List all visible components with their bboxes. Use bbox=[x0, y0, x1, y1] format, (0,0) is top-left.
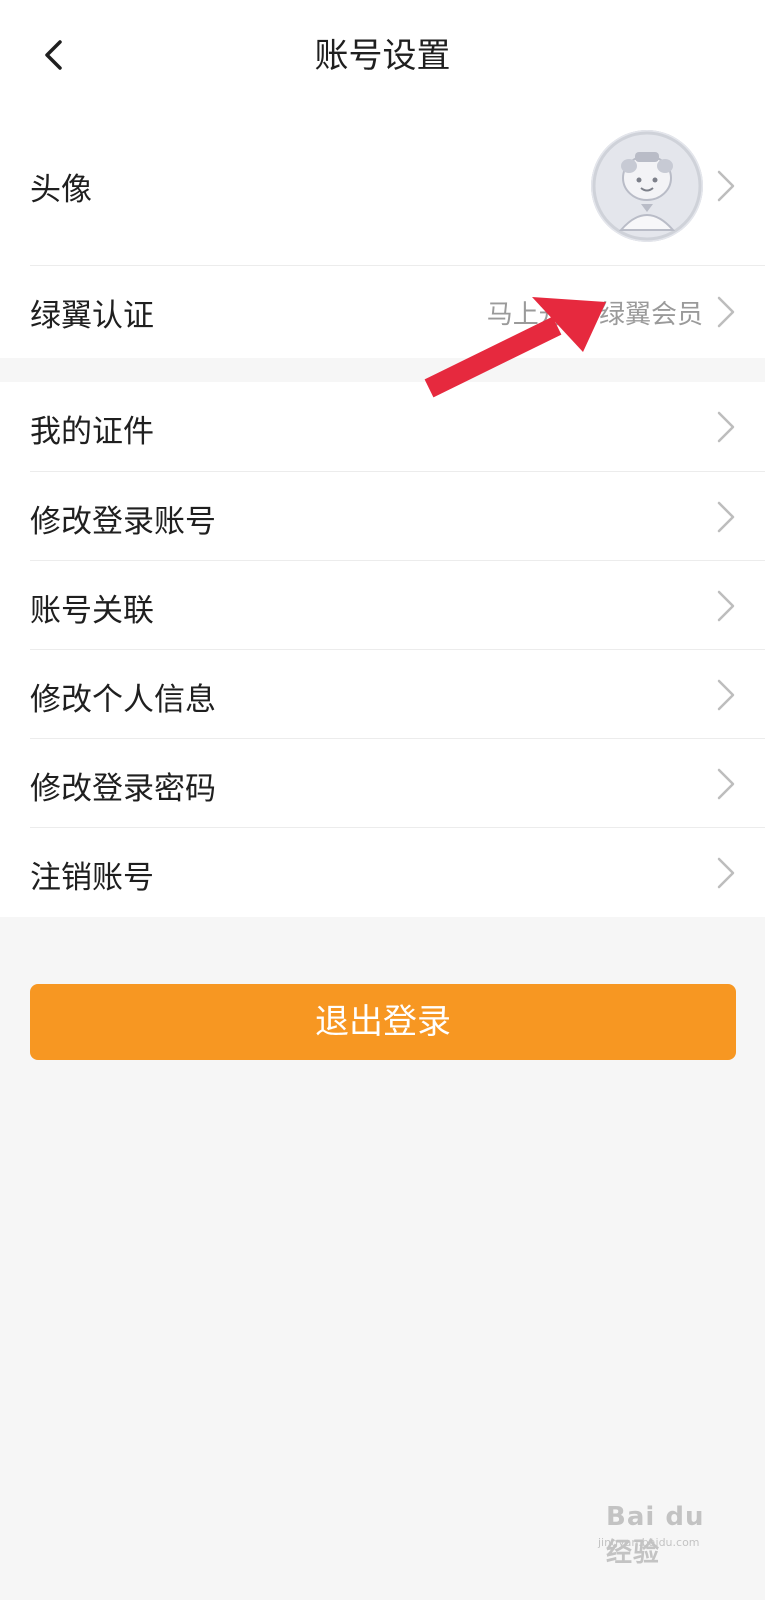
avatar-image bbox=[591, 130, 703, 242]
row-edit-personal-info[interactable]: 修改个人信息 bbox=[0, 650, 765, 739]
watermark-subtext: jingyan.baidu.com bbox=[598, 1536, 700, 1549]
row-change-login-password[interactable]: 修改登录密码 bbox=[0, 739, 765, 828]
logout-button[interactable]: 退出登录 bbox=[30, 984, 736, 1060]
row-label: 头像 bbox=[30, 172, 92, 208]
row-change-login-account[interactable]: 修改登录账号 bbox=[0, 472, 765, 561]
watermark: Bai du 经验 jingyan.baidu.com bbox=[586, 1500, 736, 1568]
row-label: 绿翼认证 bbox=[30, 298, 154, 334]
upgrade-hint: 马上升级 绿翼会员 bbox=[486, 300, 703, 330]
chevron-right-icon bbox=[717, 296, 735, 328]
row-label: 修改个人信息 bbox=[30, 682, 216, 718]
row-label: 注销账号 bbox=[30, 860, 154, 896]
row-delete-account[interactable]: 注销账号 bbox=[0, 828, 765, 917]
chevron-right-icon bbox=[717, 768, 735, 800]
top-bar: 账号设置 bbox=[0, 0, 765, 112]
row-label: 修改登录密码 bbox=[30, 771, 216, 807]
avatar[interactable] bbox=[591, 130, 703, 242]
chevron-right-icon bbox=[717, 170, 735, 202]
chevron-right-icon bbox=[717, 590, 735, 622]
chevron-right-icon bbox=[717, 411, 735, 443]
page-title: 账号设置 bbox=[314, 36, 451, 76]
row-label: 修改登录账号 bbox=[30, 504, 216, 540]
row-label: 账号关联 bbox=[30, 593, 154, 629]
profile-group: 头像 绿翼认证 马上升级 绿翼会员 bbox=[0, 112, 765, 358]
row-my-documents[interactable]: 我的证件 bbox=[0, 382, 765, 472]
row-green-wing[interactable]: 绿翼认证 马上升级 绿翼会员 bbox=[0, 266, 765, 358]
chevron-right-icon bbox=[717, 857, 735, 889]
settings-group: 我的证件 修改登录账号 账号关联 修改个人信息 修改登录密码 注销账号 bbox=[0, 382, 765, 917]
chevron-right-icon bbox=[717, 501, 735, 533]
chevron-right-icon bbox=[717, 679, 735, 711]
row-label: 我的证件 bbox=[30, 414, 154, 450]
row-account-link[interactable]: 账号关联 bbox=[0, 561, 765, 650]
row-avatar[interactable]: 头像 bbox=[0, 112, 765, 266]
